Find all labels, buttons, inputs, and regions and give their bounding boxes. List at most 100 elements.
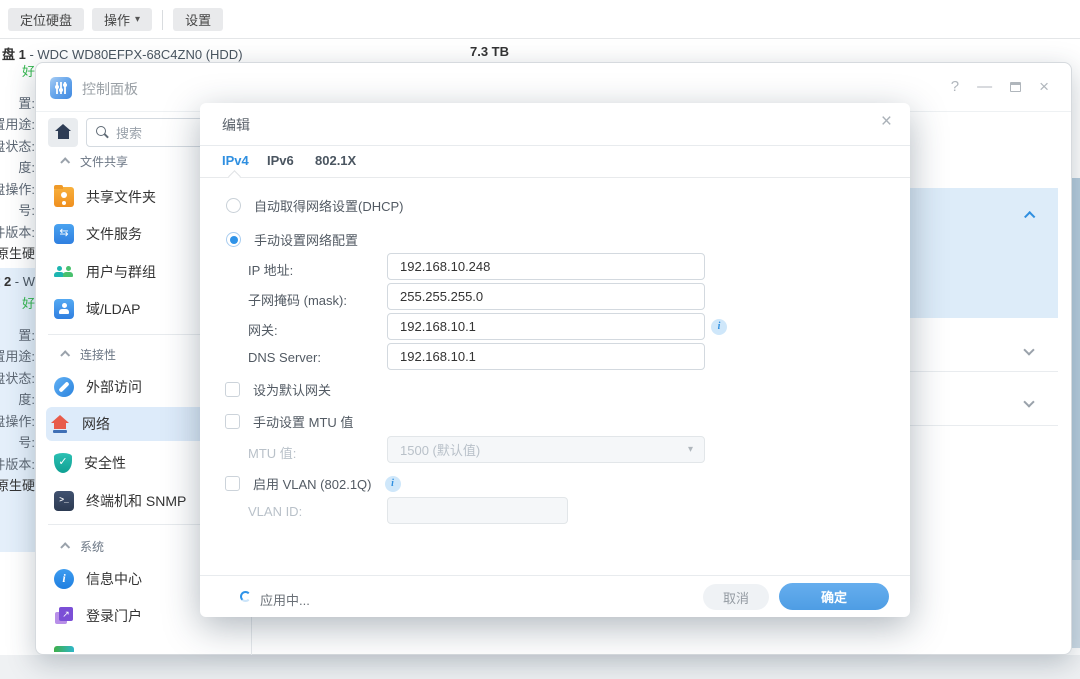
manual-mtu-checkbox[interactable] bbox=[225, 414, 240, 429]
expand-chevron-icon[interactable] bbox=[1025, 393, 1033, 411]
chevron-up-icon bbox=[60, 542, 70, 552]
sidebar-section-system[interactable]: 系统 bbox=[61, 538, 104, 555]
toolbar-divider bbox=[162, 10, 163, 30]
default-gateway-check-row: 设为默认网关 bbox=[225, 380, 331, 399]
ip-address-input[interactable] bbox=[387, 253, 705, 280]
manual-config-radio[interactable] bbox=[226, 232, 241, 247]
drive-1-detail-label: 置: bbox=[0, 93, 35, 112]
drive-1-detail-label: 号: bbox=[0, 200, 35, 219]
gateway-label: 网关: bbox=[248, 320, 278, 339]
drive-1-name: 盘 1 bbox=[2, 47, 26, 62]
chevron-down-icon: ▾ bbox=[135, 14, 140, 25]
locate-drive-button[interactable]: 定位硬盘 bbox=[8, 8, 84, 31]
vlan-check-row: 启用 VLAN (802.1Q) i bbox=[225, 474, 401, 493]
loading-spinner-icon bbox=[240, 591, 251, 602]
shared-folder-icon bbox=[54, 187, 74, 207]
drive-1-status-value: 好 bbox=[0, 61, 35, 80]
radio-dhcp-row: 自动取得网络设置(DHCP) bbox=[226, 196, 404, 215]
chevron-up-icon bbox=[60, 350, 70, 360]
applying-status-text: 应用中... bbox=[260, 590, 310, 609]
sidebar-section-connectivity[interactable]: 连接性 bbox=[61, 346, 116, 363]
drive-1-detail-label: 原生硬 bbox=[0, 243, 35, 262]
background-window-edge bbox=[1072, 560, 1080, 648]
sidebar-divider bbox=[48, 524, 203, 525]
home-button[interactable] bbox=[48, 118, 78, 147]
drive-1-detail-label: 置用途: bbox=[0, 114, 35, 133]
chevron-up-icon bbox=[60, 157, 70, 167]
domain-ldap-icon bbox=[54, 299, 74, 319]
collapse-chevron-icon[interactable] bbox=[1025, 207, 1033, 225]
minimize-icon[interactable]: — bbox=[977, 77, 992, 97]
tab-ipv4[interactable]: IPv4 bbox=[222, 153, 249, 168]
dhcp-radio[interactable] bbox=[226, 198, 241, 213]
sidebar-section-file-sharing[interactable]: 文件共享 bbox=[61, 153, 128, 170]
shield-check-icon: ✓ bbox=[54, 453, 72, 473]
help-icon[interactable]: ? bbox=[951, 77, 959, 97]
manual-mtu-checkbox-label[interactable]: 手动设置 MTU 值 bbox=[253, 412, 353, 431]
mtu-value-select: 1500 (默认值) ▾ bbox=[387, 436, 705, 463]
mtu-value-label: MTU 值: bbox=[248, 443, 296, 462]
users-groups-icon bbox=[54, 262, 74, 282]
settings-button[interactable]: 设置 bbox=[173, 8, 223, 31]
sidebar-item-cutoff-icon bbox=[54, 646, 74, 652]
edit-network-dialog: 编辑 × IPv4 IPv6 802.1X 自动取得网络设置(DHCP) 手动设… bbox=[200, 103, 910, 617]
maximize-icon[interactable] bbox=[1010, 82, 1021, 92]
drive-2-detail-label: 件版本: bbox=[0, 454, 35, 473]
gateway-input[interactable] bbox=[387, 313, 705, 340]
sidebar-divider bbox=[48, 334, 203, 335]
drive-2-header[interactable]: 盘 2 - W bbox=[0, 271, 35, 290]
drive-2-detail-label: 盘操作: bbox=[0, 411, 35, 430]
ok-button[interactable]: 确定 bbox=[779, 583, 889, 610]
default-gateway-checkbox[interactable] bbox=[225, 382, 240, 397]
page: 定位硬盘 操作 ▾ 设置 盘 1 - WDC WD80EFPX-68C4ZN0 … bbox=[0, 0, 1080, 679]
drive-2-detail-label: 置用途: bbox=[0, 346, 35, 365]
search-placeholder: 搜索 bbox=[116, 123, 142, 142]
dialog-footer-divider bbox=[200, 575, 910, 576]
vlan-id-input bbox=[387, 497, 568, 524]
tab-ipv6[interactable]: IPv6 bbox=[267, 153, 294, 168]
search-icon bbox=[96, 126, 109, 139]
enable-vlan-checkbox[interactable] bbox=[225, 476, 240, 491]
action-label: 操作 bbox=[104, 10, 130, 29]
terminal-icon: >_ bbox=[54, 491, 74, 511]
gateway-info-icon[interactable]: i bbox=[711, 319, 727, 335]
drive-1-header[interactable]: 盘 1 - WDC WD80EFPX-68C4ZN0 (HDD) 7.3 TB bbox=[2, 44, 1077, 62]
drive-1-detail-label: 度: bbox=[0, 157, 35, 176]
external-access-icon bbox=[54, 377, 74, 397]
dns-server-label: DNS Server: bbox=[248, 350, 321, 365]
tab-8021x[interactable]: 802.1X bbox=[315, 153, 356, 168]
default-gateway-checkbox-label[interactable]: 设为默认网关 bbox=[253, 380, 331, 399]
select-caret-icon: ▾ bbox=[688, 444, 693, 455]
tab-underline bbox=[200, 177, 910, 178]
file-services-icon: ⇆ bbox=[54, 224, 74, 244]
active-tab-notch bbox=[228, 170, 241, 183]
drive-1-detail-label: 件版本: bbox=[0, 222, 35, 241]
window-title: 控制面板 bbox=[82, 79, 138, 99]
close-icon[interactable]: × bbox=[1039, 77, 1049, 97]
drive-2-detail-label: 置: bbox=[0, 325, 35, 344]
desktop-background bbox=[0, 655, 1080, 679]
vlan-info-icon[interactable]: i bbox=[385, 476, 401, 492]
drive-2-detail-label: 原生硬 bbox=[0, 475, 35, 494]
info-center-icon: i bbox=[54, 569, 74, 589]
action-dropdown-button[interactable]: 操作 ▾ bbox=[92, 8, 152, 31]
subnet-mask-input[interactable] bbox=[387, 283, 705, 310]
enable-vlan-checkbox-label[interactable]: 启用 VLAN (802.1Q) bbox=[253, 474, 372, 493]
drive-1-detail-label: 盘状态: bbox=[0, 136, 35, 155]
manual-mtu-check-row: 手动设置 MTU 值 bbox=[225, 412, 353, 431]
network-icon bbox=[50, 414, 70, 434]
drive-2-status-value: 好 bbox=[0, 293, 35, 312]
drive-2-detail-label: 号: bbox=[0, 432, 35, 451]
cancel-button[interactable]: 取消 bbox=[703, 584, 769, 610]
dialog-close-icon[interactable]: × bbox=[881, 111, 892, 133]
drive-2-detail-label: 盘状态: bbox=[0, 368, 35, 387]
drive-2-detail-label: 度: bbox=[0, 389, 35, 408]
dns-server-input[interactable] bbox=[387, 343, 705, 370]
subnet-mask-label: 子网掩码 (mask): bbox=[248, 290, 347, 309]
dhcp-radio-label[interactable]: 自动取得网络设置(DHCP) bbox=[254, 196, 404, 215]
vlan-id-label: VLAN ID: bbox=[248, 504, 302, 519]
control-panel-icon bbox=[50, 77, 72, 99]
drive-1-size: 7.3 TB bbox=[470, 44, 509, 59]
manual-config-radio-label[interactable]: 手动设置网络配置 bbox=[254, 230, 358, 249]
expand-chevron-icon[interactable] bbox=[1025, 341, 1033, 359]
